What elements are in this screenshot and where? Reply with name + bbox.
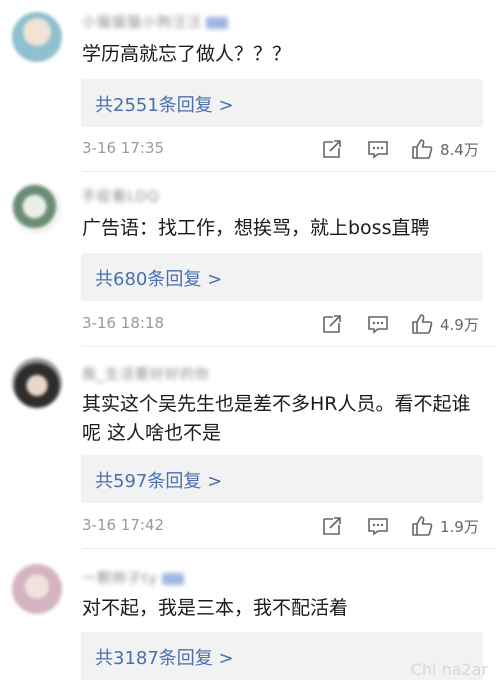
username[interactable]: 一颗柿子ty xyxy=(82,568,184,587)
comment-text: 其实这个吴先生也是差不多HR人员。看不起谁呢 这人啥也不是 xyxy=(82,393,471,444)
share-icon[interactable] xyxy=(320,137,344,161)
comment-text: 学历高就忘了做人？？？ xyxy=(82,43,292,65)
avatar[interactable] xyxy=(12,184,62,234)
username[interactable]: 我_生活要好好的你 xyxy=(82,364,210,383)
comment-meta: 3-16 18:18 4.9万 xyxy=(82,312,484,336)
comment-meta: 3-16 17:35 8.4万 xyxy=(82,137,484,161)
vip-badge-icon xyxy=(206,17,228,29)
username[interactable]: 小猫猫猫小狗汪汪 xyxy=(82,12,228,31)
watermark: Chi na2ar xyxy=(410,660,488,679)
divider xyxy=(82,171,496,172)
comment-meta: 3-16 17:42 1.9万 xyxy=(82,514,484,538)
username[interactable]: 手捉着LDQ xyxy=(82,186,160,205)
comment-icon[interactable] xyxy=(366,137,390,161)
thumbs-up-icon[interactable] xyxy=(410,514,434,538)
replies-count-label: 共3187条回复 > xyxy=(95,648,234,669)
vip-badge-icon xyxy=(161,573,184,585)
view-replies-button[interactable]: 共597条回复 > xyxy=(81,455,483,503)
replies-count-label: 共597条回复 > xyxy=(95,471,223,492)
share-icon[interactable] xyxy=(320,514,344,538)
avatar[interactable] xyxy=(12,358,62,408)
share-icon[interactable] xyxy=(320,312,344,336)
comment-time: 3-16 17:42 xyxy=(82,516,165,534)
thumbs-up-icon[interactable] xyxy=(410,312,434,336)
like-count: 1.9万 xyxy=(440,518,479,536)
comment-time: 3-16 18:18 xyxy=(82,314,165,332)
avatar[interactable] xyxy=(12,12,62,62)
comment-time: 3-16 17:35 xyxy=(82,139,165,157)
thumbs-up-icon[interactable] xyxy=(410,137,434,161)
like-count: 4.9万 xyxy=(440,316,479,334)
replies-count-label: 共680条回复 > xyxy=(95,269,223,290)
comment-icon[interactable] xyxy=(366,514,390,538)
comment-icon[interactable] xyxy=(366,312,390,336)
view-replies-button[interactable]: 共680条回复 > xyxy=(81,253,483,301)
divider xyxy=(82,346,496,347)
comment-text: 对不起，我是三本，我不配活着 xyxy=(82,597,349,619)
like-count: 8.4万 xyxy=(440,141,479,159)
view-replies-button[interactable]: 共2551条回复 > xyxy=(81,79,483,127)
avatar[interactable] xyxy=(12,564,62,614)
comment-text: 广告语：找工作，想挨骂，就上boss直聘 xyxy=(82,217,430,239)
divider xyxy=(82,548,496,549)
replies-count-label: 共2551条回复 > xyxy=(95,95,234,116)
